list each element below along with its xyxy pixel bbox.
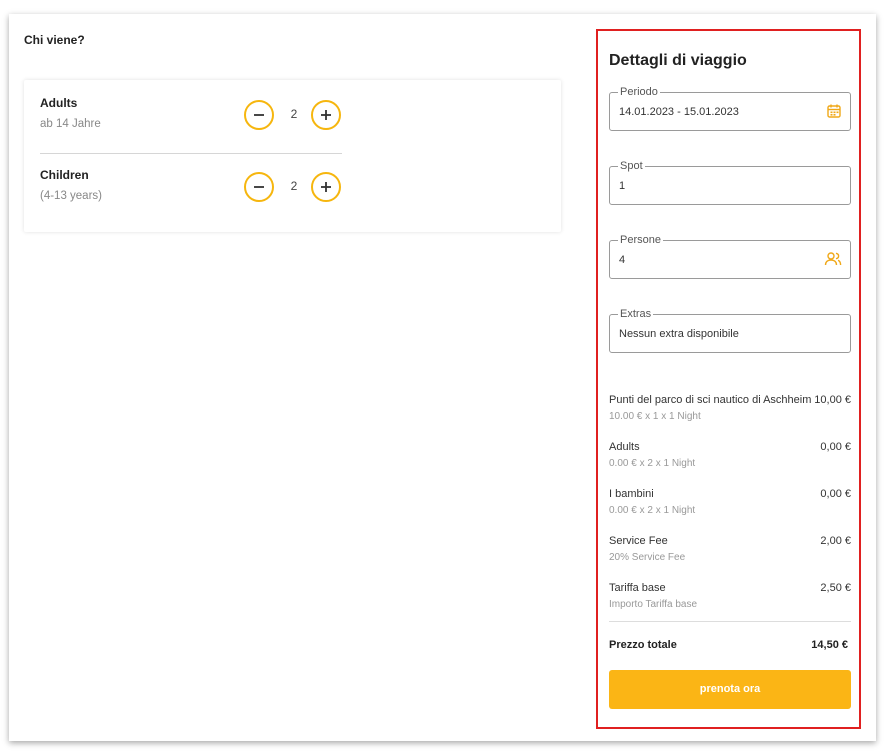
guest-row-children: Children (4-13 years) 2 — [40, 168, 342, 208]
persons-legend: Persone — [618, 233, 663, 247]
persons-value: 4 — [619, 254, 626, 266]
children-count: 2 — [290, 179, 298, 193]
period-value: 14.01.2023 - 15.01.2023 — [619, 106, 739, 118]
children-label: Children — [40, 168, 89, 182]
book-now-button[interactable]: prenota ora — [609, 670, 851, 709]
calendar-icon[interactable] — [826, 103, 842, 119]
guests-card: Adults ab 14 Jahre 2 Children (4-13 year… — [24, 80, 561, 232]
extras-value: Nessun extra disponibile — [619, 328, 739, 340]
persons-field[interactable]: Persone 4 — [609, 233, 851, 279]
guest-row-adults: Adults ab 14 Jahre 2 — [40, 96, 342, 136]
children-age-range: (4-13 years) — [40, 190, 102, 202]
total-price-value: 14,50 € — [811, 639, 848, 651]
price-item-name: Tariffa base — [609, 582, 666, 594]
plus-icon — [321, 182, 331, 192]
price-item-detail: 0.00 € x 2 x 1 Night — [609, 458, 696, 469]
price-item-detail: 20% Service Fee — [609, 552, 686, 563]
price-item-value: 0,00 € — [820, 488, 851, 500]
adults-stepper: 2 — [244, 100, 344, 130]
spot-value: 1 — [619, 180, 626, 192]
price-item-value: 0,00 € — [820, 441, 851, 453]
plus-icon — [321, 110, 331, 120]
price-item-detail: 10.00 € x 1 x 1 Night — [609, 411, 701, 422]
spot-legend: Spot — [618, 159, 645, 173]
adults-decrement-button[interactable] — [244, 100, 274, 130]
price-item-value: 10,00 € — [814, 394, 851, 406]
price-item: I bambini 0,00 € 0.00 € x 2 x 1 Night — [609, 488, 851, 520]
extras-field[interactable]: Extras Nessun extra disponibile — [609, 307, 851, 353]
period-field[interactable]: Periodo 14.01.2023 - 15.01.2023 — [609, 85, 851, 131]
adults-age-range: ab 14 Jahre — [40, 118, 101, 130]
trip-summary-panel: Dettagli di viaggio Periodo 14.01.2023 -… — [596, 29, 861, 729]
price-item: Adults 0,00 € 0.00 € x 2 x 1 Night — [609, 441, 851, 473]
price-item: Punti del parco di sci nautico di Aschhe… — [609, 394, 851, 426]
adults-increment-button[interactable] — [311, 100, 341, 130]
total-price-label: Prezzo totale — [609, 639, 677, 651]
price-item-value: 2,00 € — [820, 535, 851, 547]
period-legend: Periodo — [618, 85, 660, 99]
price-item: Service Fee 2,00 € 20% Service Fee — [609, 535, 851, 567]
extras-legend: Extras — [618, 307, 654, 321]
price-item-name: Service Fee — [609, 535, 668, 547]
price-item-name: Punti del parco di sci nautico di Aschhe… — [609, 394, 812, 406]
guest-divider — [40, 153, 342, 154]
price-item-name: Adults — [609, 441, 640, 453]
price-item-detail: 0.00 € x 2 x 1 Night — [609, 505, 696, 516]
spot-field[interactable]: Spot 1 — [609, 159, 851, 205]
price-item-name: I bambini — [609, 488, 654, 500]
summary-title: Dettagli di viaggio — [609, 52, 747, 69]
minus-icon — [254, 114, 264, 116]
adults-label: Adults — [40, 96, 78, 110]
price-item: Tariffa base 2,50 € Importo Tariffa base — [609, 582, 851, 614]
minus-icon — [254, 186, 264, 188]
children-stepper: 2 — [244, 172, 344, 202]
adults-count: 2 — [290, 107, 298, 121]
who-section-title: Chi viene? — [24, 33, 85, 47]
people-icon[interactable] — [824, 251, 842, 267]
children-decrement-button[interactable] — [244, 172, 274, 202]
total-divider — [609, 621, 851, 622]
children-increment-button[interactable] — [311, 172, 341, 202]
price-item-value: 2,50 € — [820, 582, 851, 594]
price-item-detail: Importo Tariffa base — [609, 599, 698, 610]
